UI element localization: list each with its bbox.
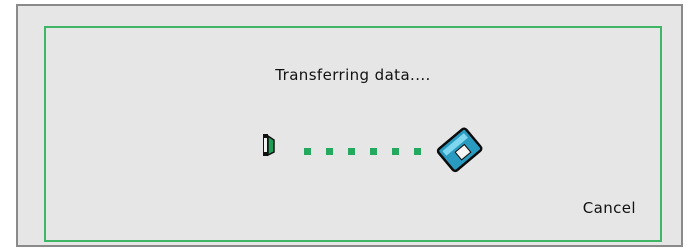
cancel-button[interactable]: Cancel (581, 195, 638, 221)
progress-dot (348, 148, 355, 155)
transfer-dialog: Transferring data.... Cancel (16, 4, 683, 247)
progress-dot (392, 148, 399, 155)
progress-dot (370, 148, 377, 155)
memory-card-icon (431, 122, 487, 176)
progress-dot (414, 148, 421, 155)
phone-icon (262, 132, 276, 158)
progress-dot (304, 148, 311, 155)
dialog-panel: Transferring data.... Cancel (44, 26, 662, 242)
progress-dot (326, 148, 333, 155)
transfer-animation (46, 28, 664, 244)
